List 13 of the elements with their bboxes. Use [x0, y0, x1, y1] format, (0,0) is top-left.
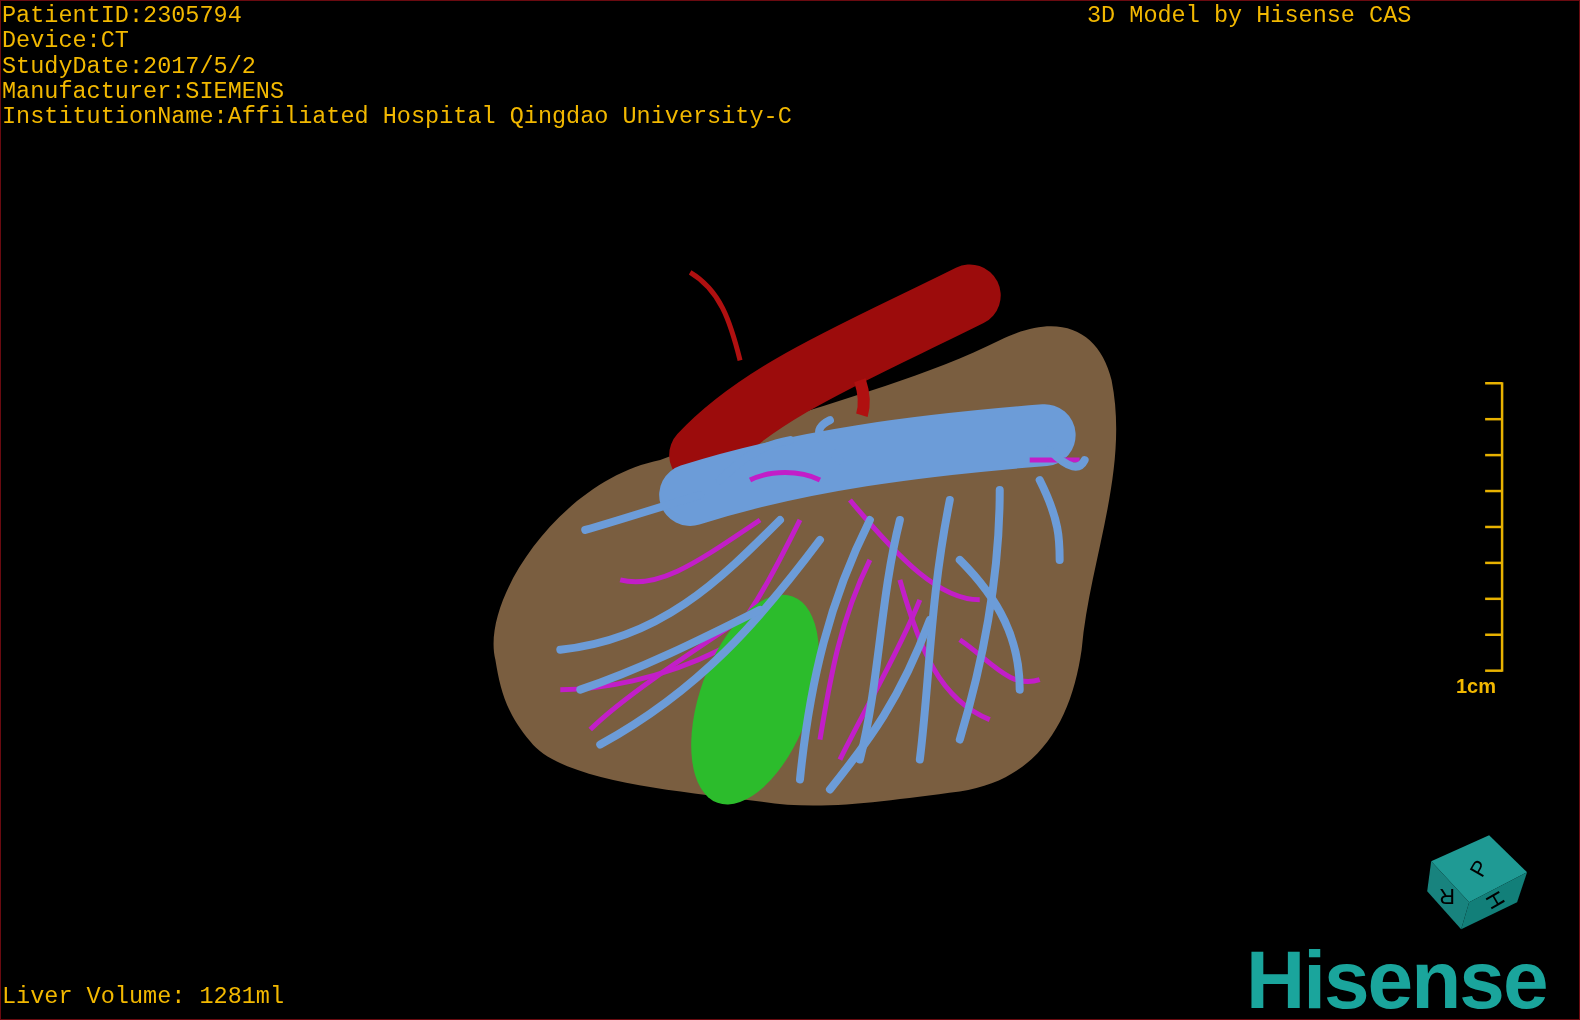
study-info-text: PatientID:2305794	[2, 3, 242, 29]
study-info-text: Manufacturer:SIEMENS	[2, 78, 285, 105]
study-info-text: StudyDate:2017/5/2	[2, 53, 256, 79]
orientation-cube-icon	[1427, 835, 1528, 930]
study-info-text: Device:CT	[2, 28, 129, 54]
scale-label: 1cm	[1456, 675, 1497, 698]
orientation-label: P	[1464, 855, 1494, 881]
orientation-label: H	[1480, 887, 1510, 914]
logo-text: Hisense	[1246, 943, 1547, 1017]
orientation-label: R	[1439, 883, 1456, 909]
viewer-title: 3D Model by Hisense CAS	[1087, 3, 1412, 28]
liver-volume-text: Liver Volume: 1281ml	[2, 984, 285, 1010]
study-info-text: InstitutionName:Affiliated Hospital Qingdao University-C	[2, 104, 792, 130]
